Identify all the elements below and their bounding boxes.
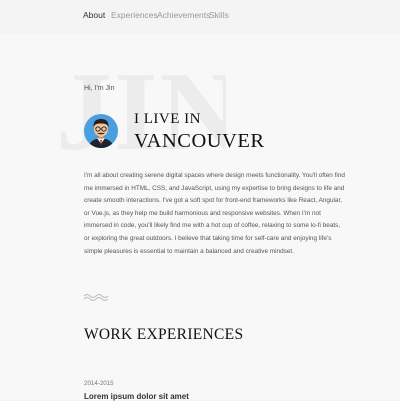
nav-item-about[interactable]: About (83, 10, 105, 20)
avatar-icon (84, 114, 118, 148)
job-date: 2014-2015 (84, 380, 114, 387)
avatar (84, 114, 118, 148)
hero-heading-line1: I LIVE IN (134, 111, 201, 127)
nav-item-achievements[interactable]: Achievements (157, 10, 210, 20)
nav-item-skills[interactable]: Skills (209, 10, 229, 20)
greeting-text: Hi, I'm Jin (84, 85, 115, 92)
nav-item-experiences[interactable]: Experiences (111, 10, 158, 20)
bio-paragraph: I'm all about creating serene digital sp… (84, 172, 345, 255)
top-navbar: About Experiences Achievements Skills (0, 0, 400, 34)
hero-heading-line2: VANCOUVER (134, 130, 265, 152)
wavy-divider-icon (83, 294, 109, 301)
main-content: JIN Hi, I'm Jin I LIVE IN VANCOUVER I'm … (0, 34, 400, 401)
work-experiences-title: WORK EXPERIENCES (84, 326, 244, 343)
